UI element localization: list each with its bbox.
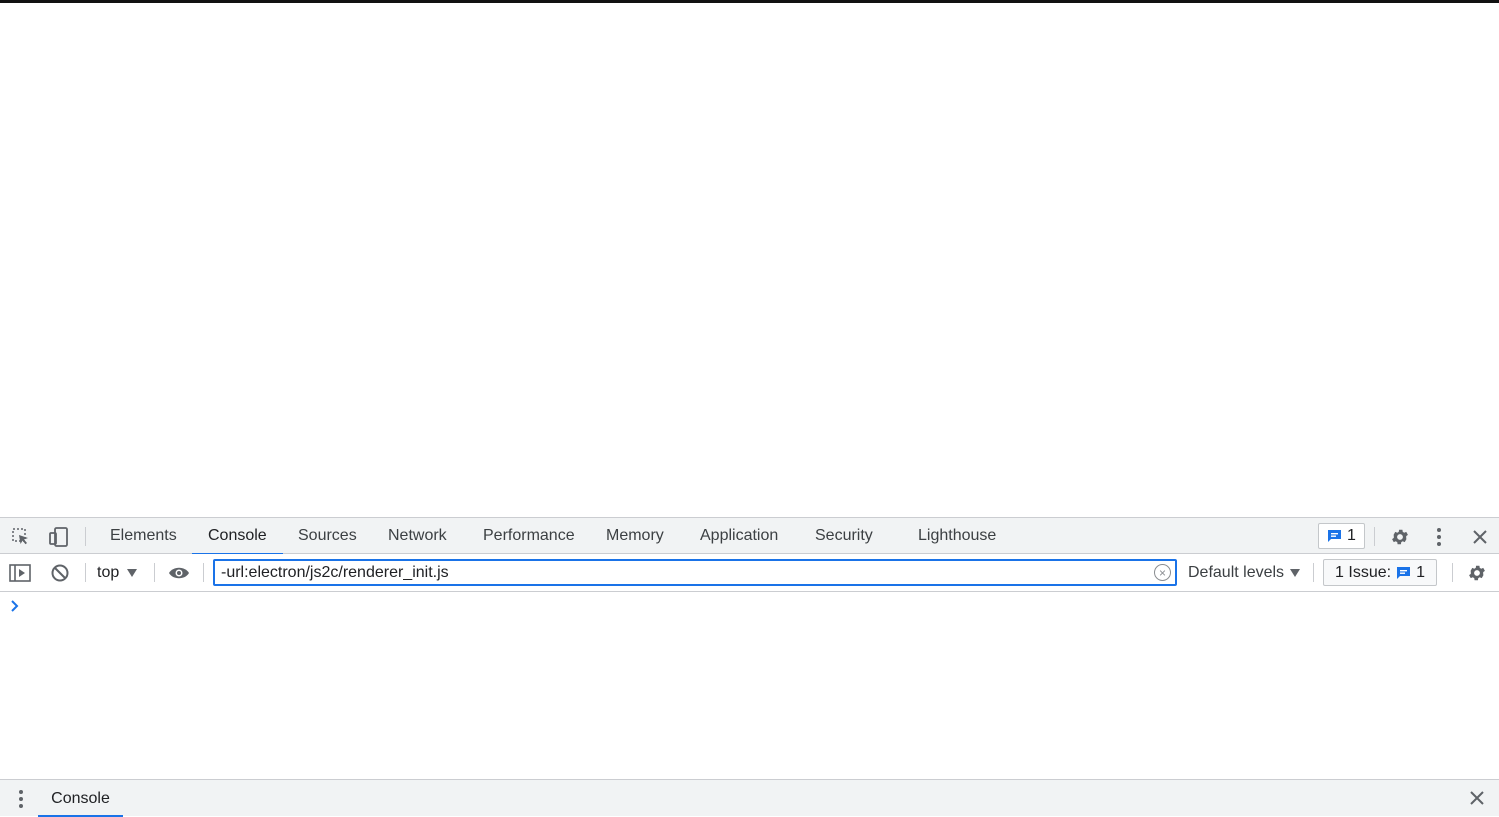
- more-options-icon[interactable]: [1428, 525, 1450, 549]
- console-prompt-chevron-icon: [10, 596, 20, 617]
- dropdown-arrow-icon: [127, 569, 138, 577]
- live-expression-eye-icon[interactable]: [167, 562, 191, 584]
- toolbar-divider: [154, 563, 155, 582]
- tab-sources[interactable]: Sources: [282, 518, 373, 554]
- tab-performance[interactable]: Performance: [467, 518, 591, 554]
- dropdown-arrow-icon: [1290, 569, 1301, 577]
- toolbar-divider: [1374, 527, 1375, 546]
- drawer-tab-console[interactable]: Console: [38, 780, 123, 817]
- device-toolbar-icon[interactable]: [47, 526, 71, 548]
- toolbar-divider: [203, 563, 204, 582]
- log-levels-dropdown[interactable]: Default levels: [1188, 554, 1301, 592]
- log-levels-label: Default levels: [1188, 564, 1285, 581]
- message-icon: [1328, 530, 1342, 542]
- issues-button[interactable]: 1 Issue: 1: [1323, 559, 1437, 586]
- drawer-more-options-icon[interactable]: [10, 788, 32, 810]
- toolbar-divider: [85, 527, 86, 546]
- console-output[interactable]: [0, 592, 1499, 779]
- close-devtools-icon[interactable]: [1469, 525, 1491, 549]
- message-count-badge[interactable]: 1: [1318, 523, 1365, 549]
- tab-console[interactable]: Console: [192, 518, 283, 555]
- page-viewport: [0, 3, 1499, 517]
- message-icon: [1397, 566, 1411, 579]
- context-label: top: [97, 564, 120, 581]
- issues-count: 1: [1416, 563, 1425, 581]
- toolbar-divider: [1313, 563, 1314, 582]
- inspect-element-icon[interactable]: [9, 526, 33, 548]
- tab-lighthouse[interactable]: Lighthouse: [902, 518, 1012, 554]
- clear-console-icon[interactable]: [49, 562, 71, 584]
- settings-gear-icon[interactable]: [1388, 525, 1412, 549]
- tab-application[interactable]: Application: [684, 518, 794, 554]
- close-drawer-icon[interactable]: [1466, 787, 1488, 809]
- toolbar-divider: [85, 563, 86, 582]
- issues-label: 1 Issue:: [1335, 563, 1392, 581]
- message-count: 1: [1347, 527, 1356, 544]
- tab-security[interactable]: Security: [799, 518, 889, 554]
- devtools-tab-bar: Elements Console Sources Network Perform…: [0, 517, 1499, 555]
- sidebar-toggle-icon[interactable]: [8, 562, 32, 584]
- console-filter-box: ×: [213, 559, 1177, 586]
- toolbar-divider: [1452, 563, 1453, 582]
- tab-memory[interactable]: Memory: [590, 518, 680, 554]
- console-filter-input[interactable]: [221, 563, 1141, 583]
- clear-filter-icon[interactable]: ×: [1154, 564, 1171, 581]
- devtools-drawer: Console: [0, 779, 1499, 817]
- console-toolbar: top × Default levels 1 Issue: 1: [0, 554, 1499, 592]
- tab-elements[interactable]: Elements: [94, 518, 193, 554]
- console-settings-gear-icon[interactable]: [1465, 561, 1489, 585]
- tab-network[interactable]: Network: [372, 518, 463, 554]
- context-selector[interactable]: top: [97, 554, 138, 592]
